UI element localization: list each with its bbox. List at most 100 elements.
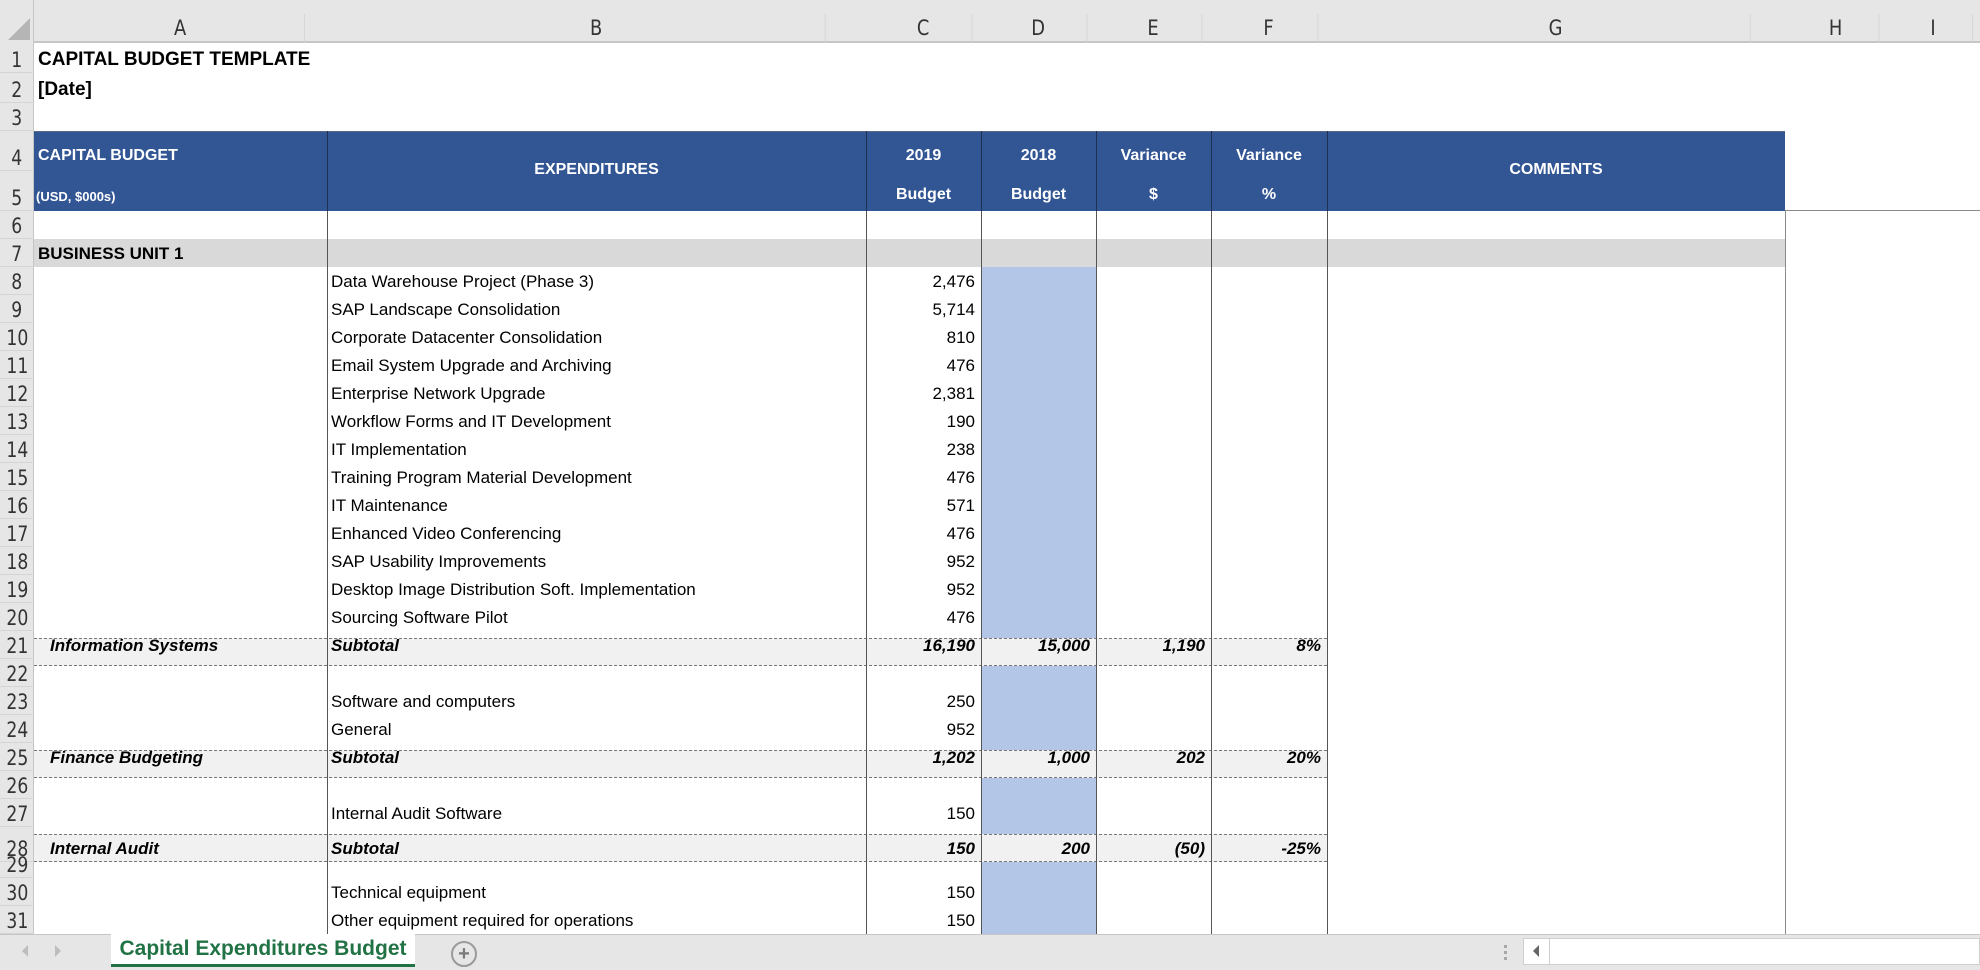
expenditure-name-cell[interactable]: Sourcing Software Pilot [327, 603, 866, 631]
header-expenditures[interactable]: EXPENDITURES [327, 161, 866, 179]
budget-2019-cell[interactable]: 952 [866, 715, 981, 743]
column-header-c[interactable]: C [875, 14, 973, 43]
subtotal-group-label[interactable]: Information Systems [46, 631, 327, 659]
column-header-b[interactable]: B [367, 14, 826, 43]
budget-2019-cell[interactable]: 5,714 [866, 295, 981, 323]
select-all-button[interactable] [0, 0, 34, 43]
row-header-24[interactable]: 24 [0, 715, 34, 743]
horizontal-scrollbar[interactable] [1523, 938, 1980, 965]
row-header-11[interactable]: 11 [0, 351, 34, 379]
row-header-25[interactable]: 25 [0, 743, 34, 771]
header-variance-usd-unit[interactable]: $ [1096, 186, 1211, 204]
budget-2018-input-range-1[interactable] [981, 267, 1096, 638]
subtotal-budget-2018[interactable]: 15,000 [981, 631, 1096, 659]
column-header-i[interactable]: I [1894, 14, 1974, 43]
row-header-1[interactable]: 1 [0, 43, 34, 73]
row-header-17[interactable]: 17 [0, 519, 34, 547]
budget-2019-cell[interactable]: 571 [866, 491, 981, 519]
header-comments[interactable]: COMMENTS [1327, 161, 1785, 179]
expenditure-name-cell[interactable]: Training Program Material Development [327, 463, 866, 491]
subtotal-label[interactable]: Subtotal [327, 631, 866, 659]
row-header-15[interactable]: 15 [0, 463, 34, 491]
budget-2018-input-range-4[interactable] [981, 862, 1096, 934]
subtotal-variance-pct[interactable]: 8% [1211, 631, 1327, 659]
expenditure-name-cell[interactable]: Software and computers [327, 687, 866, 715]
subtotal-variance-usd[interactable]: 202 [1096, 743, 1211, 771]
tab-split-handle[interactable] [1504, 945, 1508, 961]
subtotal-variance-pct[interactable]: 20% [1211, 743, 1327, 771]
subtotal-variance-usd[interactable]: (50) [1096, 827, 1211, 862]
expenditure-name-cell[interactable]: Workflow Forms and IT Development [327, 407, 866, 435]
row-header-14[interactable]: 14 [0, 435, 34, 463]
row-header-13[interactable]: 13 [0, 407, 34, 435]
subtotal-group-label[interactable]: Finance Budgeting [46, 743, 327, 771]
budget-2018-input-range-2[interactable] [981, 666, 1096, 750]
row-header-3[interactable]: 3 [0, 103, 34, 131]
column-header-f[interactable]: F [1220, 14, 1319, 43]
expenditure-name-cell[interactable]: Corporate Datacenter Consolidation [327, 323, 866, 351]
budget-2019-cell[interactable]: 476 [866, 463, 981, 491]
budget-2019-cell[interactable]: 2,476 [866, 267, 981, 295]
header-2019-year[interactable]: 2019 [866, 147, 981, 165]
expenditure-name-cell[interactable]: Other equipment required for operations [327, 906, 866, 934]
expenditure-name-cell[interactable]: Email System Upgrade and Archiving [327, 351, 866, 379]
budget-2019-cell[interactable]: 250 [866, 687, 981, 715]
expenditure-name-cell[interactable]: Internal Audit Software [327, 799, 866, 827]
budget-2019-cell[interactable]: 150 [866, 906, 981, 934]
subtotal-label[interactable]: Subtotal [327, 827, 866, 862]
row-header-30[interactable]: 30 [0, 878, 34, 906]
row-header-9[interactable]: 9 [0, 295, 34, 323]
row-header-2[interactable]: 2 [0, 73, 34, 103]
scroll-left-arrow-icon[interactable] [1524, 939, 1550, 964]
row-header-5[interactable]: 5 [0, 171, 34, 211]
budget-2019-cell[interactable]: 190 [866, 407, 981, 435]
subtotal-variance-pct[interactable]: -25% [1211, 827, 1327, 862]
budget-2018-input-range-3[interactable] [981, 778, 1096, 834]
budget-2019-cell[interactable]: 2,381 [866, 379, 981, 407]
row-header-23[interactable]: 23 [0, 687, 34, 715]
header-variance-pct-label[interactable]: Variance [1211, 147, 1327, 165]
column-header-h[interactable]: H [1793, 14, 1880, 43]
header-2018-year[interactable]: 2018 [981, 147, 1096, 165]
budget-2019-cell[interactable]: 238 [866, 435, 981, 463]
budget-2019-cell[interactable]: 476 [866, 603, 981, 631]
sheet-date[interactable]: [Date] [34, 73, 96, 103]
expenditure-name-cell[interactable]: Technical equipment [327, 878, 866, 906]
budget-2019-cell[interactable]: 150 [866, 799, 981, 827]
subtotal-variance-usd[interactable]: 1,190 [1096, 631, 1211, 659]
expenditure-name-cell[interactable]: SAP Usability Improvements [327, 547, 866, 575]
row-header-8[interactable]: 8 [0, 267, 34, 295]
budget-2019-cell[interactable]: 476 [866, 519, 981, 547]
expenditure-name-cell[interactable]: IT Implementation [327, 435, 866, 463]
subtotal-budget-2019[interactable]: 150 [866, 827, 981, 862]
header-variance-usd-label[interactable]: Variance [1096, 147, 1211, 165]
expenditure-name-cell[interactable]: IT Maintenance [327, 491, 866, 519]
budget-2019-cell[interactable]: 810 [866, 323, 981, 351]
row-header-6[interactable]: 6 [0, 211, 34, 239]
sheet-tab-capital-expenditures-budget[interactable]: Capital Expenditures Budget [111, 934, 415, 967]
scroll-tabs-left-icon[interactable] [22, 945, 28, 957]
column-header-e[interactable]: E [1105, 14, 1203, 43]
row-header-12[interactable]: 12 [0, 379, 34, 407]
budget-2019-cell[interactable]: 952 [866, 575, 981, 603]
row-header-21[interactable]: 21 [0, 631, 34, 659]
scroll-tabs-right-icon[interactable] [55, 945, 61, 957]
budget-2019-cell[interactable]: 150 [866, 878, 981, 906]
subtotal-budget-2019[interactable]: 16,190 [866, 631, 981, 659]
subtotal-group-label[interactable]: Internal Audit [46, 827, 327, 862]
sheet-title[interactable]: CAPITAL BUDGET TEMPLATE [34, 43, 314, 73]
subtotal-budget-2018[interactable]: 200 [981, 827, 1096, 862]
row-header-31[interactable]: 31 [0, 906, 34, 934]
column-header-d[interactable]: D [990, 14, 1088, 43]
budget-2019-cell[interactable]: 476 [866, 351, 981, 379]
expenditure-name-cell[interactable]: Enterprise Network Upgrade [327, 379, 866, 407]
expenditure-name-cell[interactable]: Enhanced Video Conferencing [327, 519, 866, 547]
header-capital-budget[interactable]: CAPITAL BUDGET [38, 147, 178, 165]
budget-2019-cell[interactable]: 952 [866, 547, 981, 575]
add-sheet-button[interactable]: + [451, 941, 477, 967]
column-header-g[interactable]: G [1361, 14, 1751, 43]
header-variance-pct-unit[interactable]: % [1211, 186, 1327, 204]
row-header-16[interactable]: 16 [0, 491, 34, 519]
expenditure-name-cell[interactable]: General [327, 715, 866, 743]
row-header-20[interactable]: 20 [0, 603, 34, 631]
